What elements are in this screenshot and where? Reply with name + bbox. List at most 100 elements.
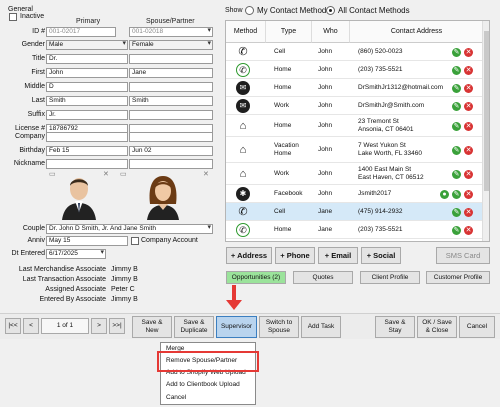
next-record-button[interactable]: > <box>91 318 107 334</box>
all-contact-methods-label[interactable]: All Contact Methods <box>338 6 410 15</box>
last-record-button[interactable]: >>| <box>109 318 125 334</box>
primary-gender-select[interactable]: Male <box>46 40 128 50</box>
delete-contact-icon[interactable]: ✕ <box>464 121 473 131</box>
spouse-middle-field[interactable] <box>129 82 213 92</box>
menu-item-clientbook-upload[interactable]: Add to Clientbook Upload <box>163 380 253 389</box>
table-scrollbar[interactable] <box>482 21 489 241</box>
delete-contact-icon[interactable]: ✕ <box>464 207 473 217</box>
add-address-button[interactable]: + Address <box>226 247 272 264</box>
spouse-company-field[interactable] <box>129 132 213 142</box>
all-contact-methods-radio[interactable] <box>326 6 335 15</box>
primary-first-field[interactable]: John <box>46 68 128 78</box>
delete-contact-icon[interactable]: ✕ <box>464 83 473 93</box>
primary-title-field[interactable]: Dr. <box>46 54 128 64</box>
save-stay-button[interactable]: Save & Stay <box>375 316 415 338</box>
spouse-last-field[interactable]: Smith <box>129 96 213 106</box>
my-contact-methods-label[interactable]: My Contact Methods <box>257 6 330 15</box>
supervisor-button[interactable]: Supervisor <box>216 316 257 338</box>
social-icon: ✱ <box>236 187 250 201</box>
table-row[interactable]: ⌂ Vacation Home John 7 West Yukon St Lake W… <box>226 137 484 163</box>
save-new-button[interactable]: Save & New <box>132 316 172 338</box>
associate-value: Jimmy B <box>111 296 138 303</box>
table-row[interactable]: ⌂ Home John 23 Tremont St Ansonia, CT 06401… <box>226 115 484 137</box>
delete-contact-icon[interactable]: ✕ <box>464 189 473 199</box>
add-phone-button[interactable]: + Phone <box>275 247 315 264</box>
spouse-nickname-field[interactable] <box>129 159 213 169</box>
edit-contact-icon[interactable]: ✎ <box>452 145 461 155</box>
suffix-label: Suffix <box>27 111 45 118</box>
delete-contact-icon[interactable]: ✕ <box>464 65 473 75</box>
add-task-button[interactable]: Add Task <box>301 316 341 338</box>
delete-contact-icon[interactable]: ✕ <box>464 225 473 235</box>
delete-contact-icon[interactable]: ✕ <box>464 145 473 155</box>
primary-middle-field[interactable]: D <box>46 82 128 92</box>
arrow-head <box>226 300 242 310</box>
cell-type: Work <box>274 170 290 177</box>
dt-entered-field[interactable]: 6/17/2025 <box>46 249 106 259</box>
anniv-field[interactable]: May 15 <box>46 236 128 246</box>
column-header-contact-address[interactable]: Contact Address <box>350 21 484 43</box>
edit-contact-icon[interactable]: ✎ <box>452 47 461 57</box>
primary-birthday-field[interactable]: Feb 15 <box>46 146 128 156</box>
spouse-birthday-field[interactable]: Jun 02 <box>129 146 213 156</box>
camera-icon[interactable]: ▭ <box>120 170 127 178</box>
column-header-who[interactable]: Who <box>312 21 350 43</box>
spouse-title-field[interactable] <box>129 54 213 64</box>
table-row[interactable]: ⌂ Work John 1400 East Main St East Haven, C… <box>226 163 484 185</box>
delete-photo-icon[interactable]: ✕ <box>103 170 109 178</box>
company-account-checkbox[interactable] <box>131 237 139 245</box>
spouse-suffix-field[interactable] <box>129 110 213 120</box>
delete-contact-icon[interactable]: ✕ <box>464 47 473 57</box>
edit-contact-icon[interactable]: ✎ <box>452 83 461 93</box>
my-contact-methods-radio[interactable] <box>245 6 254 15</box>
prev-record-button[interactable]: < <box>23 318 39 334</box>
column-header-type[interactable]: Type <box>266 21 312 43</box>
tab-quotes[interactable]: Quotes <box>293 271 353 284</box>
delete-photo-icon[interactable]: ✕ <box>203 170 209 178</box>
middle-label: Middle <box>24 83 45 90</box>
primary-last-field[interactable]: Smith <box>46 96 128 106</box>
add-email-button[interactable]: + Email <box>318 247 358 264</box>
open-link-icon[interactable]: ● <box>440 189 449 199</box>
table-row[interactable]: ✆ Home John (203) 735-5521 ✎ ✕ <box>226 61 484 79</box>
camera-icon[interactable]: ▭ <box>49 170 56 178</box>
tab-opportunities[interactable]: Opportunities (2) <box>226 271 286 284</box>
cell-type: Vacation Home <box>274 142 299 157</box>
home-icon: ⌂ <box>239 144 247 156</box>
edit-contact-icon[interactable]: ✎ <box>452 207 461 217</box>
edit-contact-icon[interactable]: ✎ <box>452 121 461 131</box>
edit-contact-icon[interactable]: ✎ <box>452 65 461 75</box>
table-row[interactable]: ✆ Home Jane (203) 735-5521 ✎ ✕ <box>226 221 484 239</box>
tab-customer-profile[interactable]: Customer Profile <box>426 271 490 284</box>
primary-suffix-field[interactable]: Jr. <box>46 110 128 120</box>
edit-contact-icon[interactable]: ✎ <box>452 189 461 199</box>
delete-contact-icon[interactable]: ✕ <box>464 101 473 111</box>
spouse-first-field[interactable]: Jane <box>129 68 213 78</box>
table-row[interactable]: ✉ Home John DrSmithJr1312@hotmail.com ✎ ✕ <box>226 79 484 97</box>
column-header-method[interactable]: Method <box>226 21 266 43</box>
spouse-id-field[interactable]: 001-02018 <box>129 27 213 37</box>
edit-contact-icon[interactable]: ✎ <box>452 101 461 111</box>
menu-item-cancel[interactable]: Cancel <box>163 393 253 402</box>
table-row[interactable]: ✆ Cell Jane (475) 914-2932 ✎ ✕ <box>226 203 484 221</box>
delete-contact-icon[interactable]: ✕ <box>464 169 473 179</box>
save-duplicate-button[interactable]: Save & Duplicate <box>174 316 214 338</box>
primary-nickname-field[interactable] <box>46 159 128 169</box>
add-social-button[interactable]: + Social <box>361 247 401 264</box>
switch-to-spouse-button[interactable]: Switch to Spouse <box>259 316 299 338</box>
table-row[interactable]: ✆ Cell John (860) 520-0023 ✎ ✕ <box>226 43 484 61</box>
table-row[interactable]: ✉HomeJaneJSmith8@yahoo.com✎✕ <box>226 239 484 241</box>
couple-select[interactable]: Dr. John D Smith, Jr. And Jane Smith <box>46 224 213 234</box>
primary-company-field[interactable] <box>46 132 128 142</box>
edit-contact-icon[interactable]: ✎ <box>452 225 461 235</box>
sms-card-button[interactable]: SMS Card <box>436 247 490 264</box>
tab-client-profile[interactable]: Client Profile <box>360 271 420 284</box>
table-row[interactable]: ✉ Work John DrSmithJr@Smith.com ✎ ✕ <box>226 97 484 115</box>
cancel-button[interactable]: Cancel <box>459 316 495 338</box>
spouse-gender-select[interactable]: Female <box>129 40 213 50</box>
inactive-checkbox[interactable] <box>9 13 17 21</box>
edit-contact-icon[interactable]: ✎ <box>452 169 461 179</box>
table-row[interactable]: ✱ Facebook John Jsmith2017 ● ✎ ✕ <box>226 185 484 203</box>
first-record-button[interactable]: |<< <box>5 318 21 334</box>
ok-save-close-button[interactable]: OK / Save & Close <box>417 316 457 338</box>
